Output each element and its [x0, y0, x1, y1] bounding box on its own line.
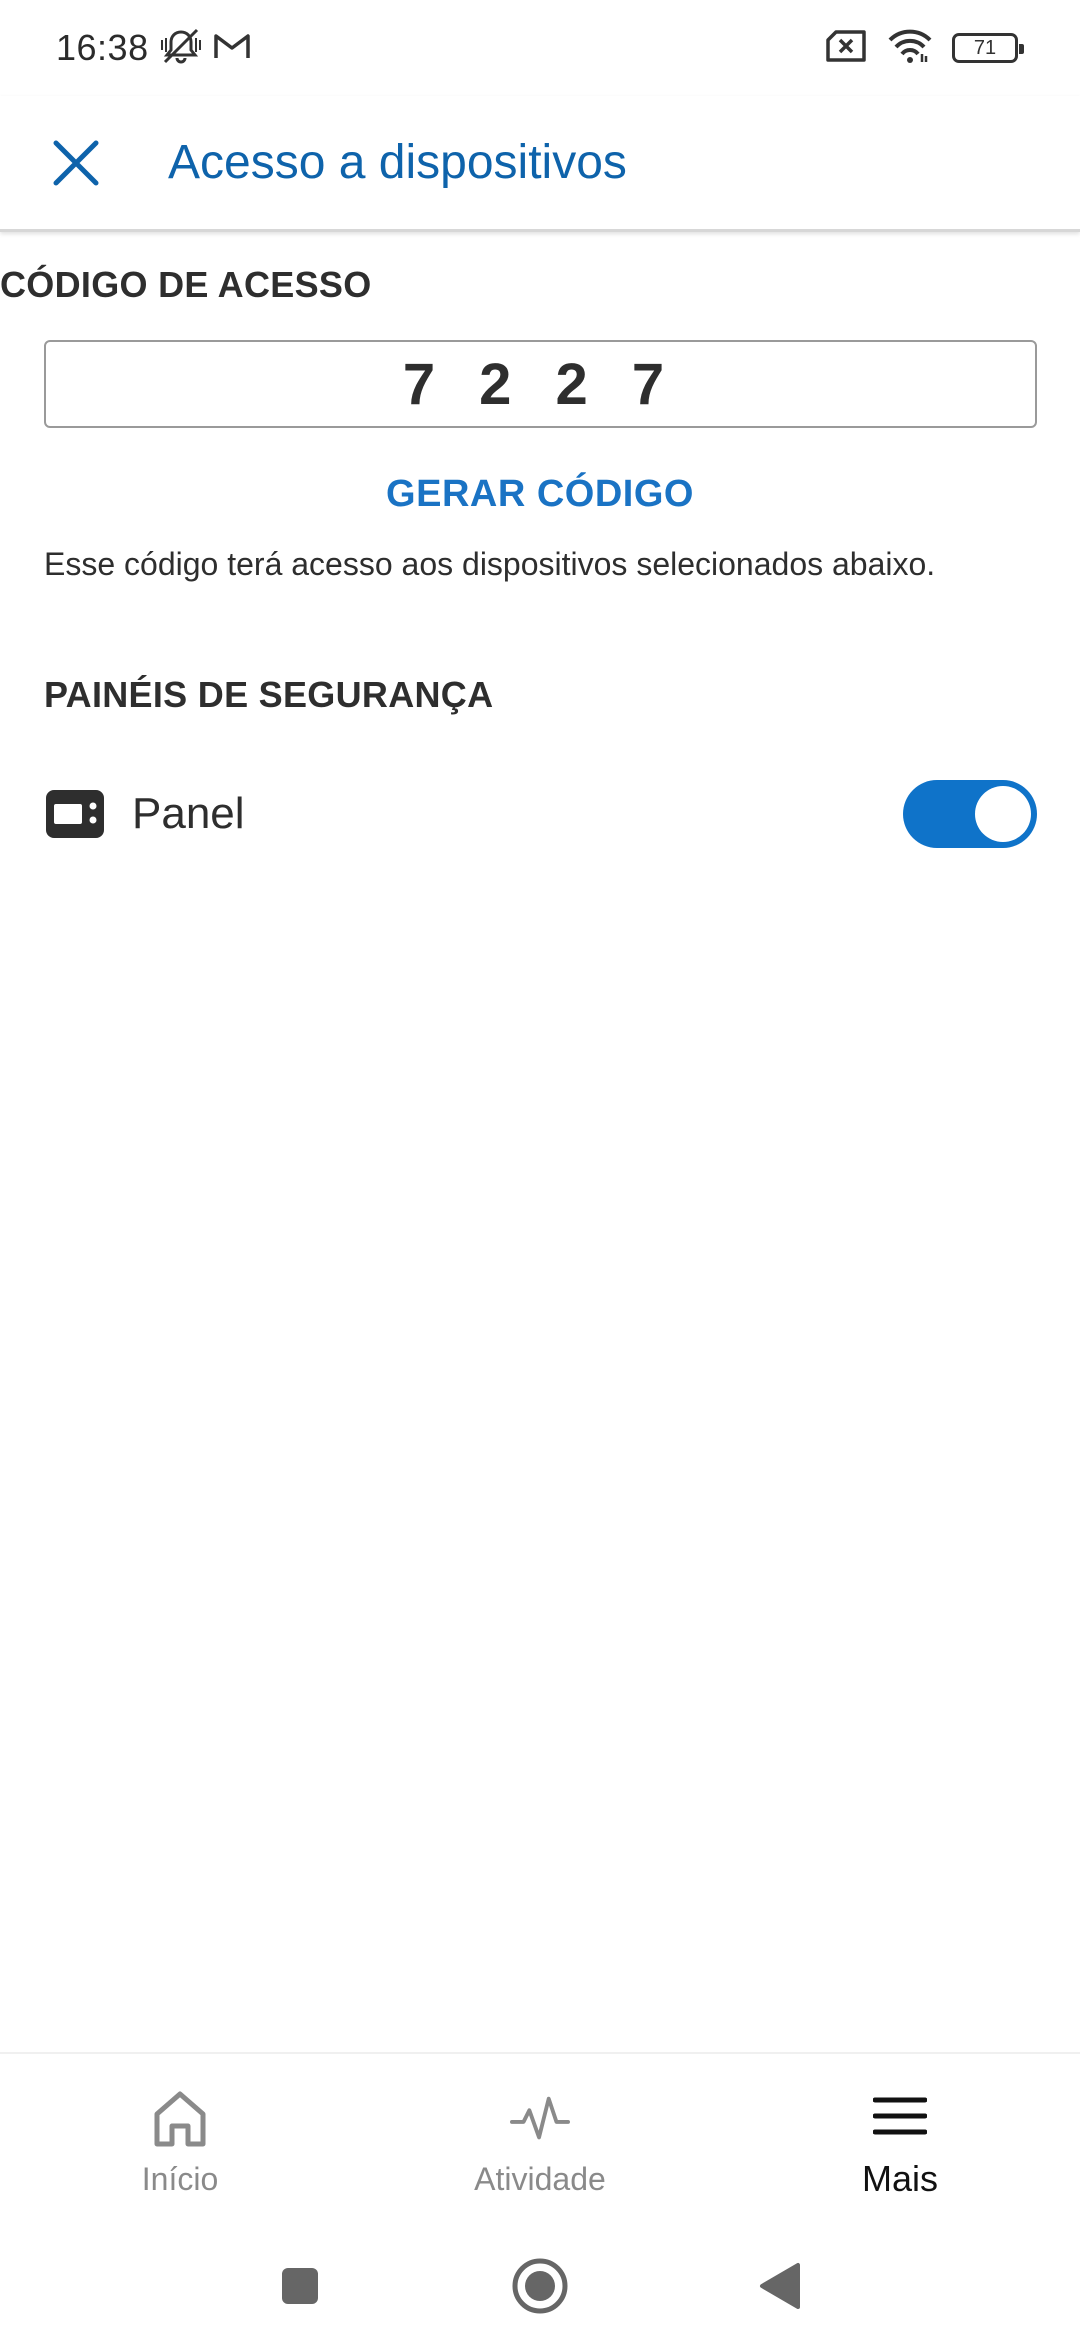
screen: 16:38 71 Acesso a dispositivos CÓDIGO DE… — [0, 0, 1080, 2340]
status-right: 71 — [824, 28, 1024, 69]
generate-code-button[interactable]: GERAR CÓDIGO — [0, 464, 1080, 524]
triangle-back-icon — [760, 2263, 800, 2309]
security-panels-heading: PAINÉIS DE SEGURANÇA — [44, 674, 494, 715]
close-icon — [53, 140, 99, 185]
panel-toggle[interactable] — [903, 780, 1037, 848]
app-bar: Acesso a dispositivos — [0, 96, 1080, 232]
home-icon — [150, 2089, 210, 2149]
bottom-nav: Início Atividade Mais — [0, 2052, 1080, 2232]
square-icon — [282, 2268, 318, 2304]
access-code-heading: CÓDIGO DE ACESSO — [0, 264, 372, 305]
gmail-icon — [213, 31, 251, 66]
device-row-panel: Panel — [44, 772, 1037, 856]
access-code-helper-text: Esse código terá acesso aos dispositivos… — [44, 546, 936, 582]
device-label: Panel — [132, 789, 245, 838]
access-code-field[interactable]: 7 2 2 7 — [44, 340, 1037, 428]
recents-button[interactable] — [270, 2256, 330, 2316]
status-bar: 16:38 71 — [0, 0, 1080, 96]
activity-icon — [510, 2089, 570, 2149]
nav-label-home: Início — [141, 2160, 219, 2197]
battery-icon: 71 — [952, 33, 1024, 63]
mute-bell-icon — [159, 26, 203, 71]
menu-icon — [870, 2086, 930, 2146]
nav-item-more[interactable]: Mais — [720, 2054, 1080, 2232]
status-left: 16:38 — [56, 26, 251, 71]
nav-label-more: Mais — [861, 2158, 938, 2199]
page-title: Acesso a dispositivos — [168, 136, 627, 189]
close-button[interactable] — [36, 123, 116, 203]
toggle-knob — [975, 786, 1031, 842]
home-system-button[interactable] — [510, 2256, 570, 2316]
status-time: 16:38 — [56, 27, 149, 68]
nav-label-activity: Atividade — [474, 2160, 606, 2197]
system-nav-bar — [0, 2232, 1080, 2340]
no-sim-icon — [824, 29, 868, 68]
panel-device-icon — [44, 788, 106, 840]
back-button[interactable] — [750, 2256, 810, 2316]
nav-item-home[interactable]: Início — [0, 2054, 360, 2232]
wifi-icon — [886, 28, 934, 69]
circle-icon — [512, 2258, 568, 2314]
nav-item-activity[interactable]: Atividade — [360, 2054, 720, 2232]
